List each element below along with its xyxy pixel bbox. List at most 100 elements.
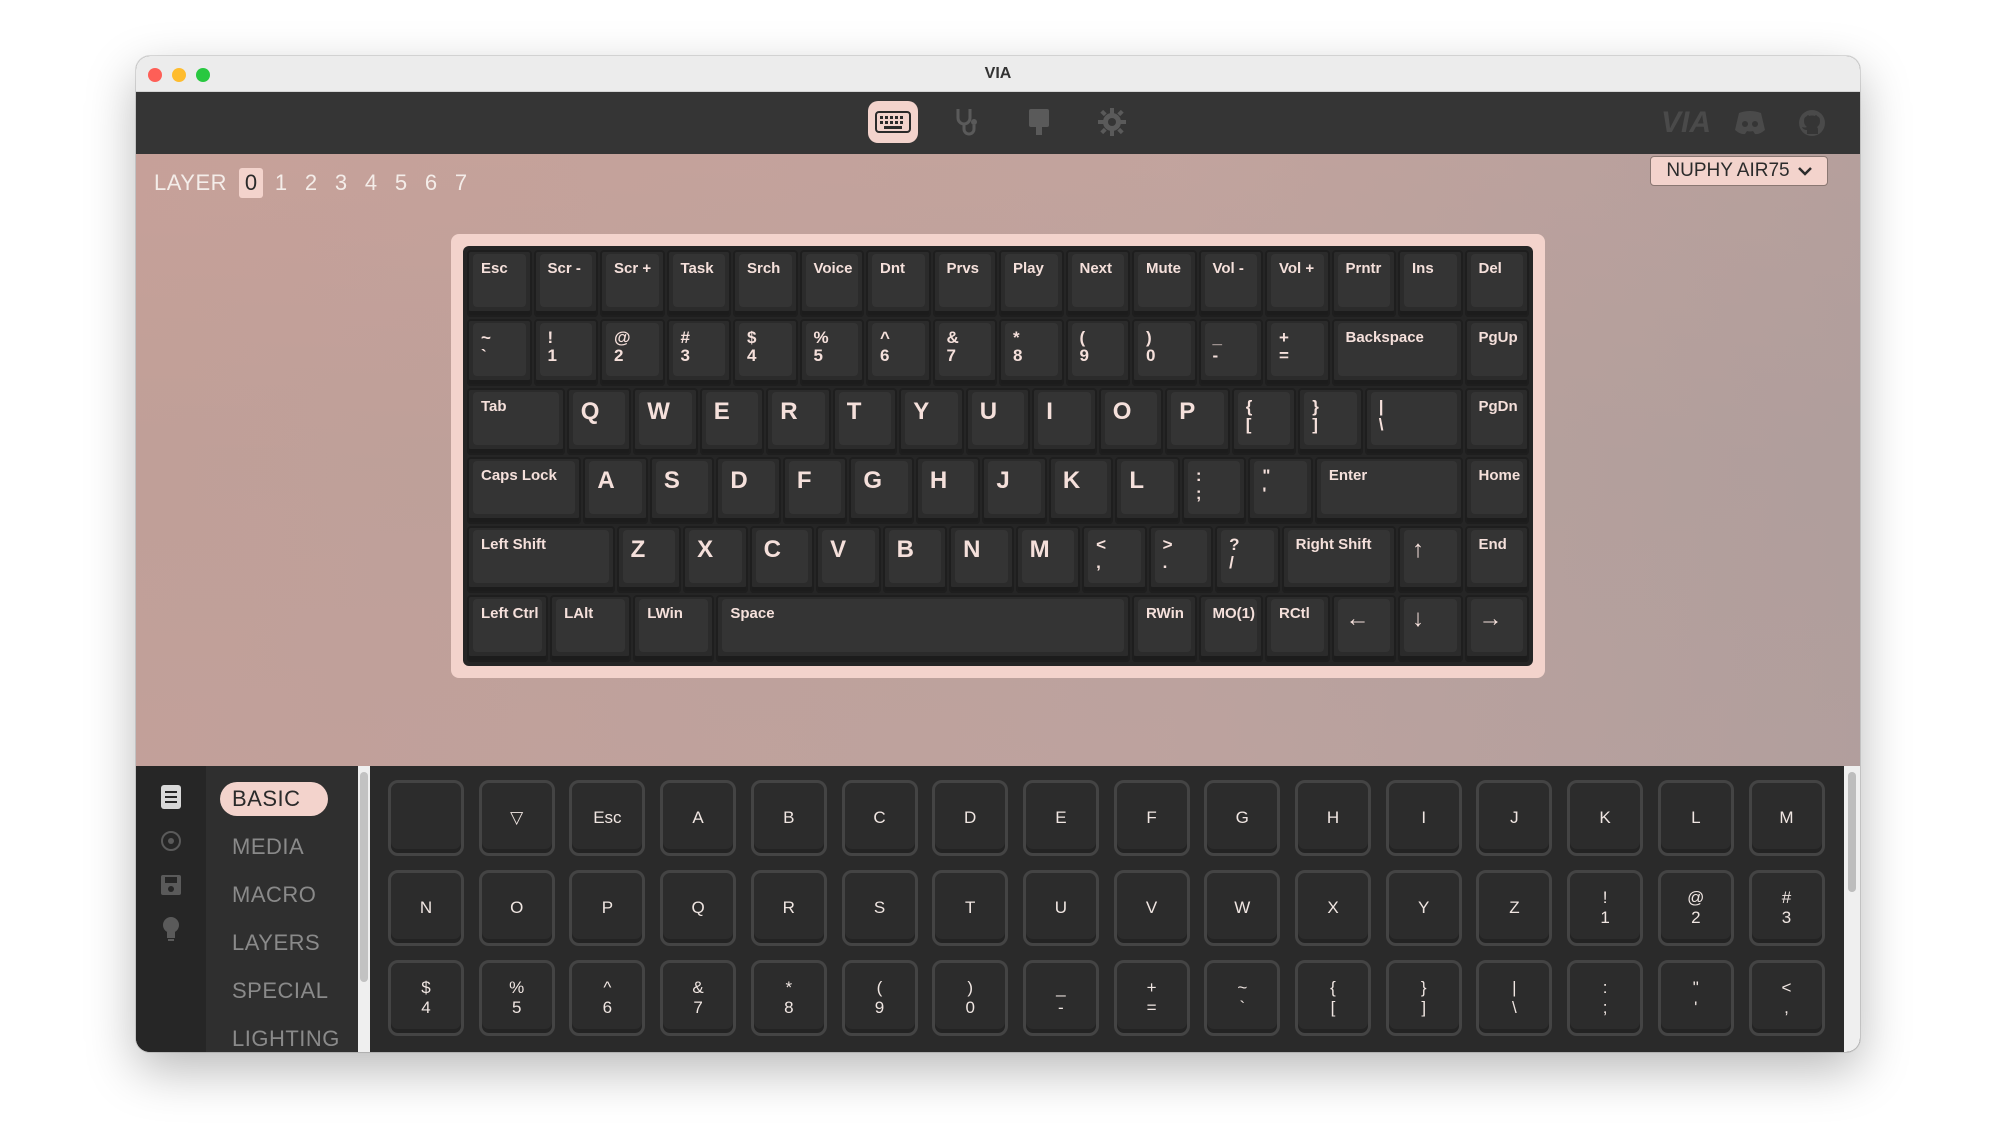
- keyboard-key[interactable]: | \: [1364, 388, 1463, 455]
- keyboard-key[interactable]: ^ 6: [866, 319, 931, 386]
- keycode-button[interactable]: :;: [1567, 960, 1644, 1036]
- keyboard-key[interactable]: RCtl: [1265, 595, 1330, 662]
- keyboard-key[interactable]: Left Ctrl: [467, 595, 549, 662]
- design-tab-button[interactable]: [1014, 101, 1064, 143]
- keycode-button[interactable]: R: [750, 870, 827, 946]
- keyboard-key[interactable]: E: [699, 388, 765, 455]
- keycode-button[interactable]: ▽: [478, 780, 555, 856]
- keyboard-key[interactable]: A: [583, 457, 648, 524]
- keyboard-key[interactable]: * 8: [999, 319, 1064, 386]
- keyboard-key[interactable]: Tab: [467, 388, 565, 455]
- menu-scrollbar-thumb[interactable]: [360, 772, 368, 982]
- keycode-button[interactable]: ! 1: [1567, 870, 1644, 946]
- keycode-button[interactable]: Q: [660, 870, 737, 946]
- keyboard-key[interactable]: T: [832, 388, 898, 455]
- keycode-button[interactable]: & 7: [660, 960, 737, 1036]
- keyboard-key[interactable]: Next: [1065, 250, 1130, 317]
- test-tab-button[interactable]: [941, 101, 991, 143]
- keycode-button[interactable]: B: [750, 780, 827, 856]
- picker-scrollbar-thumb[interactable]: [1848, 772, 1856, 892]
- keyboard-key[interactable]: + =: [1265, 319, 1330, 386]
- keycode-button[interactable]: I: [1385, 780, 1462, 856]
- keyboard-key[interactable]: Y: [899, 388, 964, 455]
- layer-1-button[interactable]: 1: [269, 168, 293, 198]
- keycode-button[interactable]: ~ `: [1204, 960, 1281, 1036]
- keycode-button[interactable]: E: [1022, 780, 1099, 856]
- keyboard-key[interactable]: ! 1: [533, 319, 598, 386]
- keycode-button[interactable]: Esc: [569, 780, 646, 856]
- keyboard-key[interactable]: ) 0: [1132, 319, 1197, 386]
- configure-tab-button[interactable]: [868, 101, 918, 143]
- keycode-button[interactable]: * 8: [750, 960, 827, 1036]
- keycode-button[interactable]: U: [1022, 870, 1099, 946]
- keyboard-key[interactable]: Space: [716, 595, 1130, 662]
- keycode-button[interactable]: @2: [1657, 870, 1734, 946]
- keycode-button[interactable]: $4: [388, 960, 464, 1036]
- keycode-button[interactable]: Z: [1476, 870, 1553, 946]
- keycode-button[interactable]: L: [1657, 780, 1734, 856]
- keyboard-key[interactable]: >.: [1148, 526, 1214, 593]
- keycode-button[interactable]: N: [388, 870, 464, 946]
- layer-3-button[interactable]: 3: [329, 168, 353, 198]
- menu-item-macro[interactable]: MACRO: [220, 878, 328, 912]
- keycode-button[interactable]: M: [1748, 780, 1825, 856]
- keyboard-key[interactable]: Mute: [1132, 250, 1197, 317]
- keycode-button[interactable]: F: [1113, 780, 1190, 856]
- menu-scrollbar[interactable]: [358, 766, 370, 1052]
- keyboard-key[interactable]: Vol +: [1265, 250, 1330, 317]
- keyboard-key[interactable]: D: [716, 457, 781, 524]
- keyboard-key[interactable]: " ': [1248, 457, 1313, 524]
- keyboard-key[interactable]: ? /: [1215, 526, 1280, 593]
- keyboard-key[interactable]: Backspace: [1331, 319, 1463, 386]
- keyboard-key[interactable]: Left Shift: [467, 526, 615, 593]
- keyboard-key[interactable]: →: [1464, 595, 1529, 662]
- keyboard-key[interactable]: Voice: [799, 250, 864, 317]
- keyboard-key[interactable]: Prvs: [932, 250, 997, 317]
- keycode-button[interactable]: X: [1295, 870, 1371, 946]
- keyboard-key[interactable]: G: [849, 457, 914, 524]
- keyboard-key[interactable]: <,: [1082, 526, 1147, 593]
- keycode-button[interactable]: S: [841, 870, 918, 946]
- keyboard-key[interactable]: ↓: [1398, 595, 1463, 662]
- via-logo[interactable]: VIA: [1658, 106, 1714, 140]
- keyboard-key[interactable]: P: [1165, 388, 1230, 455]
- keyboard-key[interactable]: M: [1015, 526, 1081, 593]
- keyboard-key[interactable]: Play: [999, 250, 1064, 317]
- keyboard-key[interactable]: R: [766, 388, 831, 455]
- keyboard-key[interactable]: F: [782, 457, 848, 524]
- menu-item-special[interactable]: SPECIAL: [220, 974, 328, 1008]
- keycode-button[interactable]: + =: [1113, 960, 1190, 1036]
- keycode-button[interactable]: % 5: [478, 960, 555, 1036]
- menu-item-media[interactable]: MEDIA: [220, 830, 328, 864]
- keyboard-key[interactable]: J: [982, 457, 1047, 524]
- keyboard-key[interactable]: Dnt: [866, 250, 931, 317]
- keycode-button[interactable]: J: [1476, 780, 1553, 856]
- settings-tab-button[interactable]: [1087, 101, 1137, 143]
- keyboard-key[interactable]: ←: [1331, 595, 1396, 662]
- keyboard-key[interactable]: {[: [1231, 388, 1297, 455]
- keyboard-key[interactable]: PgDn: [1464, 388, 1529, 455]
- keyboard-key[interactable]: LAlt: [550, 595, 632, 662]
- layer-7-button[interactable]: 7: [449, 168, 473, 198]
- keycode-button[interactable]: _ -: [1022, 960, 1099, 1036]
- device-selector[interactable]: NUPHY AIR75: [1650, 156, 1828, 186]
- keycode-button[interactable]: K: [1567, 780, 1644, 856]
- keyboard-key[interactable]: Vol -: [1198, 250, 1263, 317]
- keyboard-key[interactable]: RWin: [1132, 595, 1197, 662]
- keyboard-key[interactable]: Task: [666, 250, 731, 317]
- keyboard-key[interactable]: K: [1048, 457, 1114, 524]
- keyboard-key[interactable]: S: [649, 457, 715, 524]
- keycode-button[interactable]: G: [1204, 780, 1281, 856]
- keyboard-key[interactable]: H: [915, 457, 981, 524]
- keyboard-key[interactable]: ↑: [1398, 526, 1463, 593]
- keyboard-key[interactable]: % 5: [799, 319, 864, 386]
- keyboard-key[interactable]: End: [1464, 526, 1529, 593]
- keyboard-key[interactable]: X: [683, 526, 748, 593]
- keyboard-key[interactable]: Z: [616, 526, 682, 593]
- keyboard-key[interactable]: O: [1098, 388, 1164, 455]
- keycode-button[interactable]: }]: [1385, 960, 1462, 1036]
- picker-scrollbar[interactable]: [1844, 766, 1860, 1052]
- keyboard-key[interactable]: Prntr: [1331, 250, 1396, 317]
- keyboard-key[interactable]: Srch: [733, 250, 798, 317]
- keycode-button[interactable]: ) 0: [932, 960, 1009, 1036]
